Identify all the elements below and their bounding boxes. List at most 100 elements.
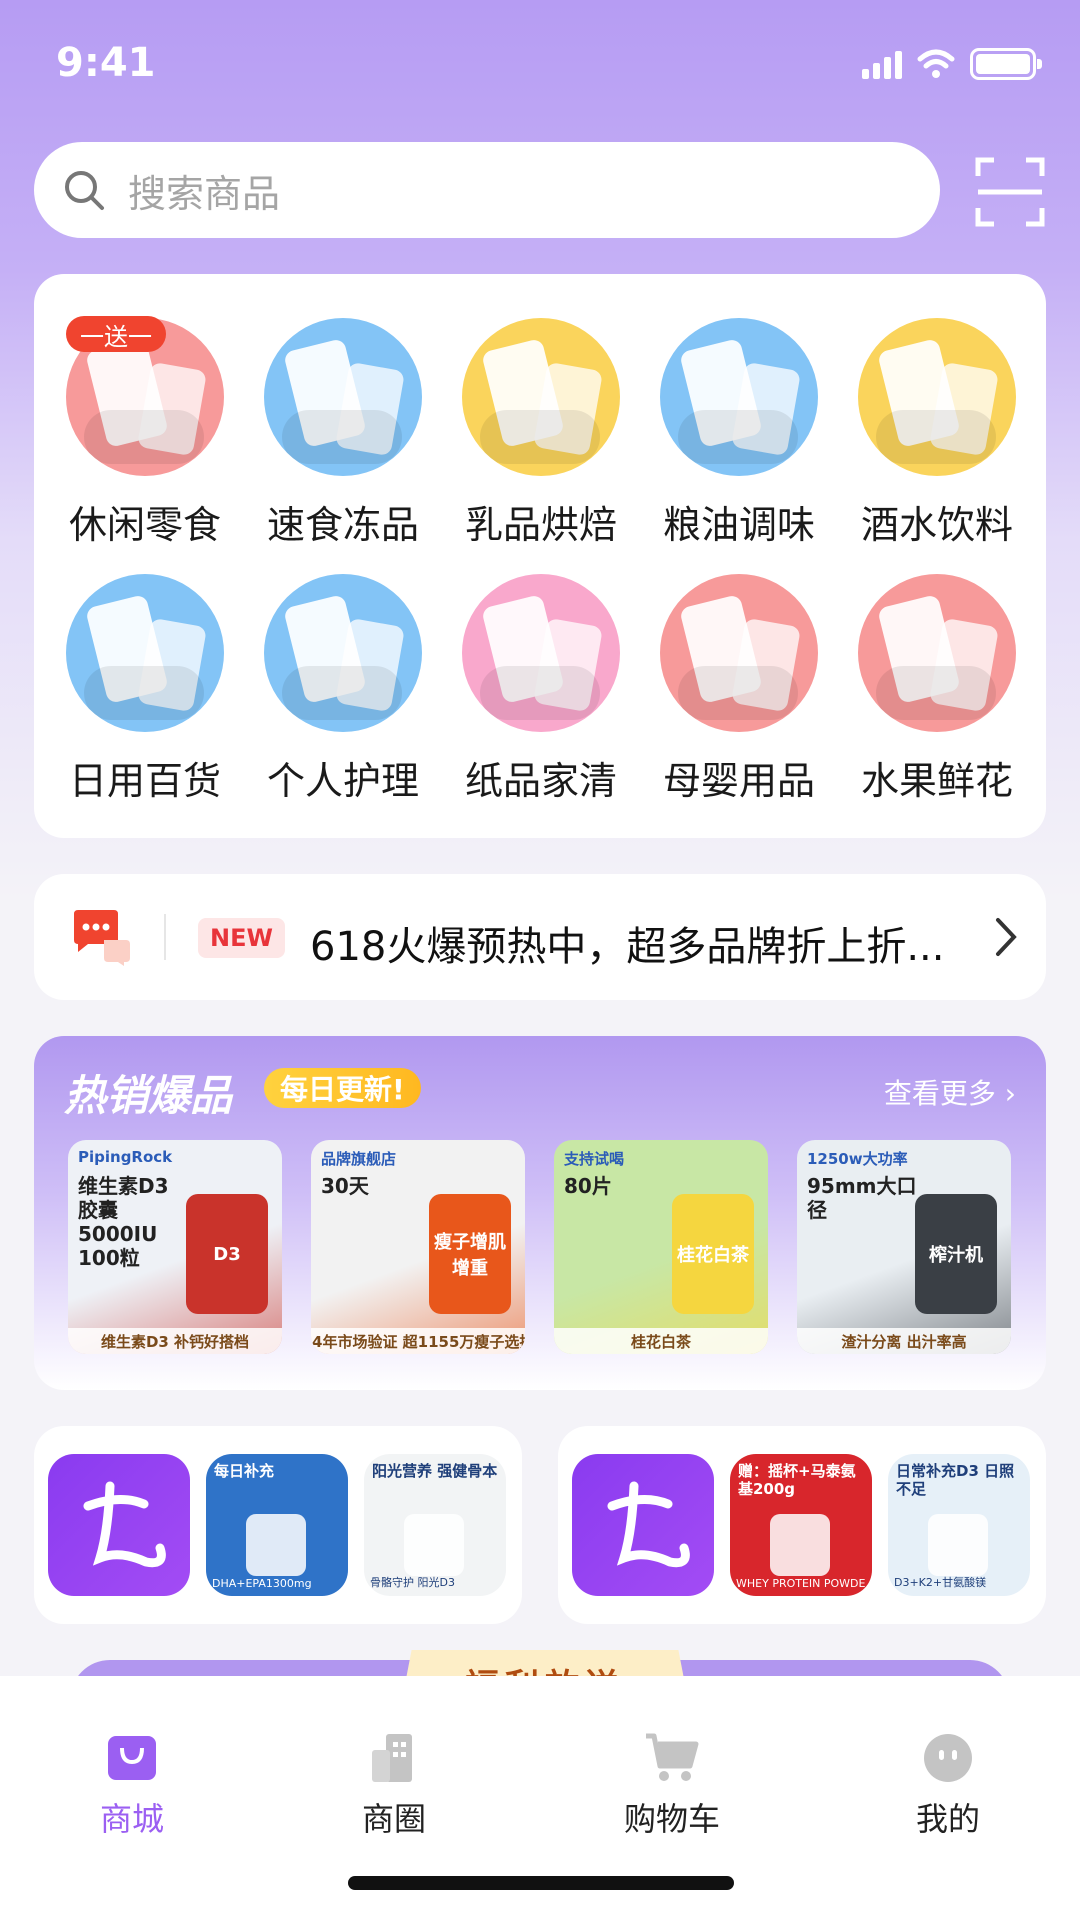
mini-product-tile[interactable]: 赠：摇杯+马泰氨基200g WHEY PROTEIN POWDER [730,1454,872,1596]
product-image: 桂花白茶 [672,1194,754,1314]
chevron-right-icon: › [1004,1077,1016,1110]
shopping-bag-icon [108,1736,156,1780]
hot-product-card[interactable]: PipingRock 维生素D3胶囊 5000IU 100粒 D3 维生素D3 补钙好… [68,1140,282,1354]
battery-icon [970,48,1042,80]
product-caption: 渣汁分离 出汁率高 [797,1328,1011,1354]
mini-product-tile[interactable]: 阳光营养 强健骨本骨骼守护 阳光D3 [364,1454,506,1596]
scan-icon[interactable] [974,156,1046,228]
cellular-signal-icon [862,49,902,79]
daily-update-badge: 每日更新! [264,1068,421,1108]
promo-tag: 一送一 [66,316,166,352]
category-item[interactable]: 母婴用品 [640,574,838,814]
mini-product-image [770,1514,830,1576]
cart-icon [646,1733,699,1781]
product-headline: 95mm大口径 [807,1174,917,1222]
mini-product-title: 日常补充D3 日照不足 [896,1462,1015,1498]
mini-product-tile[interactable]: 每日补充 DHA+EPA1300mg [206,1454,348,1596]
category-label: 休闲零食 [68,503,221,547]
mini-product-title: 赠：摇杯+马泰氨基200g [738,1462,856,1498]
product-brand: 品牌旗舰店 [321,1150,397,1168]
hot-product-card[interactable]: 品牌旗舰店 30天 瘦子增肌增重 24年市场验证 超1155万瘦子选择 [311,1140,525,1354]
mini-product-image [928,1514,988,1576]
mini-product-sub: WHEY PROTEIN POWDER [736,1577,866,1590]
mini-product-tile[interactable]: 日常补充D3 日照不足 D3+K2+甘氨酸镁 [888,1454,1030,1596]
tab-profile[interactable]: 我的 [868,1732,1028,1840]
product-mark: 瘦子增肌增重 [434,1232,506,1279]
product-mark: D3 [213,1243,241,1265]
home-indicator [348,1876,734,1890]
category-item[interactable]: 粮油调味 [640,318,838,558]
tab-label: 商圈 [361,1800,426,1838]
buildings-icon [372,1734,412,1782]
profile-face-icon [924,1734,972,1782]
app-logo-icon [83,1481,166,1568]
category-item[interactable]: 日用百货 [46,574,244,814]
tab-cart[interactable]: 购物车 [592,1732,752,1840]
hot-products-row: PipingRock 维生素D3胶囊 5000IU 100粒 D3 维生素D3 补钙好… [68,1140,1012,1354]
tab-business-circle[interactable]: 商圈 [314,1732,474,1840]
hot-title: 热销爆品 [64,1071,233,1120]
hot-product-card[interactable]: 支持试喝 80片 桂花白茶 桂花白茶 [554,1140,768,1354]
fruit-flower-icon [858,574,1016,732]
category-item[interactable]: 个人护理 [244,574,442,814]
daily-goods-icon [66,574,224,732]
mini-card-left[interactable]: 每日补充 DHA+EPA1300mg 阳光营养 强健骨本骨骼守护 阳光D3 [34,1426,522,1624]
drinks-icon [858,318,1016,476]
product-caption: 24年市场验证 超1155万瘦子选择 [311,1328,525,1354]
tab-label: 商城 [99,1800,164,1838]
see-more-link[interactable]: 查看更多 › [884,1072,1016,1112]
dairy-icon [462,318,620,476]
hot-product-card[interactable]: 1250w大功率 95mm大口径榨汁机渣汁分离 出汁率高 [797,1140,1011,1354]
product-brand: PipingRock [78,1148,173,1166]
product-image: 榨汁机 [915,1194,997,1314]
category-label: 水果鲜花 [860,759,1013,803]
product-mark: 榨汁机 [929,1245,983,1266]
mini-product-sub: D3+K2+甘氨酸镁 [894,1576,987,1589]
mini-product-sub: 骨骼守护 阳光D3 [370,1576,455,1589]
tab-label: 我的 [915,1800,980,1838]
search-icon [65,171,104,210]
category-grid: 一送一 休闲零食 速食冻品 乳品烘焙 粮油调味 酒水饮料 日用百货 个人护理 纸品家清 母婴用品水… [34,274,1046,838]
product-caption: 桂花白茶 [554,1328,768,1354]
product-brand: 1250w大功率 [807,1150,908,1168]
search-input[interactable]: 搜索商品 [34,142,940,238]
chevron-right-icon [996,918,1017,956]
see-more-label: 查看更多 [883,1077,996,1110]
category-label: 日用百货 [68,759,221,803]
category-item[interactable]: 纸品家清 [442,574,640,814]
frozen-food-icon [264,318,422,476]
search-placeholder: 搜索商品 [128,171,281,216]
tab-mall[interactable]: 商城 [52,1732,212,1840]
product-brand: 支持试喝 [564,1150,625,1168]
product-image: 瘦子增肌增重 [429,1194,511,1314]
hot-products-card: 热销爆品 每日更新! 查看更多 › PipingRock 维生素D3胶囊 5000… [34,1036,1046,1390]
category-item[interactable]: 速食冻品 [244,318,442,558]
category-item[interactable]: 酒水饮料 [838,318,1036,558]
notice-bar[interactable]: NEW 618火爆预热中，超多品牌折上折... [34,874,1046,1000]
personal-care-icon [264,574,422,732]
app-logo-tile [48,1454,190,1596]
category-label: 母婴用品 [662,759,815,803]
category-item[interactable]: 一送一 休闲零食 [46,316,244,558]
wifi-icon [917,49,955,78]
category-item[interactable]: 水果鲜花 [838,574,1036,814]
category-label: 纸品家清 [464,759,617,803]
message-icon [74,910,130,966]
app-logo-tile [572,1454,714,1596]
status-bar: 9:41 [0,0,1080,130]
app-logo-icon [607,1481,690,1568]
tab-label: 购物车 [623,1800,720,1838]
product-headline: 维生素D3胶囊 5000IU 100粒 [78,1174,169,1270]
notice-text: 618火爆预热中，超多品牌折上折... [310,924,945,970]
mini-product-title: 阳光营养 强健骨本 [372,1462,498,1480]
mini-product-title: 每日补充 [214,1462,275,1480]
category-label: 个人护理 [266,759,419,803]
category-label: 速食冻品 [266,503,419,547]
mini-card-right[interactable]: 赠：摇杯+马泰氨基200g WHEY PROTEIN POWDER 日常补充D3 日… [558,1426,1046,1624]
mini-product-sub: DHA+EPA1300mg [212,1577,312,1590]
product-mark: 桂花白茶 [677,1245,749,1266]
product-caption: 维生素D3 补钙好搭档 [68,1328,282,1354]
category-card: 一送一 休闲零食 速食冻品 乳品烘焙 粮油调味 酒水饮料 日用百货 个人护理 纸品家清 母婴用品水… [34,274,1046,838]
category-item[interactable]: 乳品烘焙 [442,318,640,558]
mini-product-image [246,1514,306,1576]
